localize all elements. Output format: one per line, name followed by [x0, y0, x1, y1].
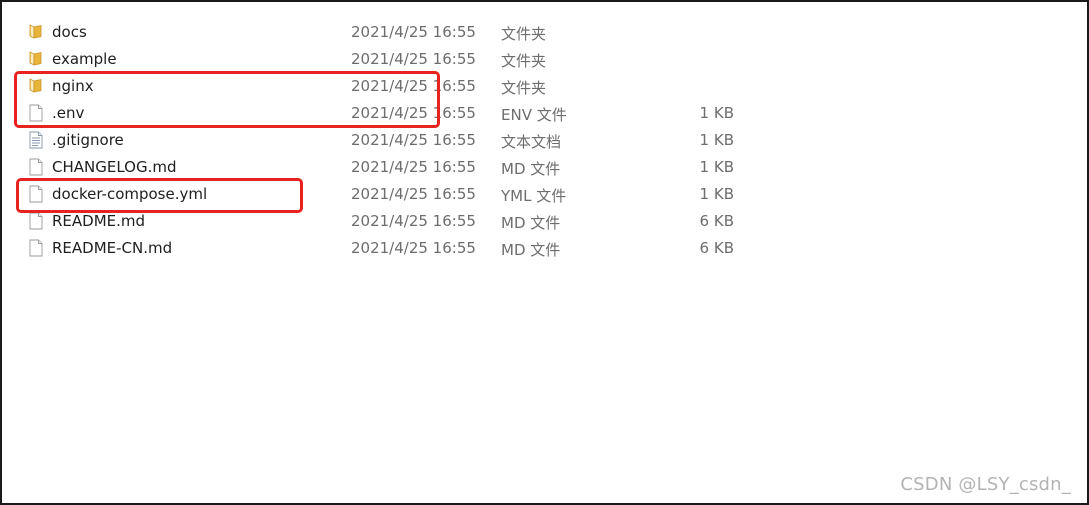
watermark: CSDN @LSY_csdn_: [900, 474, 1071, 495]
file-name: .gitignore: [52, 131, 124, 149]
explorer-window: docs 2021/4/25 16:55 文件夹 example 2021/4/…: [0, 0, 1089, 505]
file-name: CHANGELOG.md: [52, 158, 177, 176]
file-type: YML 文件: [501, 187, 567, 205]
file-name: docker-compose.yml: [52, 185, 208, 203]
file-name: nginx: [52, 77, 94, 95]
text-document-icon: [28, 131, 44, 149]
file-type: 文件夹: [501, 25, 547, 43]
file-row-docker-compose[interactable]: docker-compose.yml 2021/4/25 16:55 YML 文…: [2, 181, 1089, 208]
file-date: 2021/4/25 16:55: [351, 77, 476, 95]
folder-icon: [28, 23, 44, 41]
folder-icon: [28, 77, 44, 95]
file-type: MD 文件: [501, 214, 561, 232]
file-row-docs[interactable]: docs 2021/4/25 16:55 文件夹: [2, 19, 1089, 46]
file-date: 2021/4/25 16:55: [351, 185, 476, 203]
file-date: 2021/4/25 16:55: [351, 131, 476, 149]
file-row-example[interactable]: example 2021/4/25 16:55 文件夹: [2, 46, 1089, 73]
file-size: 1 KB: [699, 104, 734, 122]
file-name: README.md: [52, 212, 146, 230]
file-date: 2021/4/25 16:55: [351, 50, 476, 68]
file-type: MD 文件: [501, 241, 561, 259]
blank-file-icon: [28, 185, 44, 203]
file-size: 1 KB: [699, 158, 734, 176]
file-size: 6 KB: [699, 239, 734, 257]
file-type: MD 文件: [501, 160, 561, 178]
file-type: 文件夹: [501, 52, 547, 70]
file-list: docs 2021/4/25 16:55 文件夹 example 2021/4/…: [2, 19, 1089, 262]
file-type: 文件夹: [501, 79, 547, 97]
file-size: 1 KB: [699, 185, 734, 203]
file-row-readme[interactable]: README.md 2021/4/25 16:55 MD 文件 6 KB: [2, 208, 1089, 235]
file-name: docs: [52, 23, 87, 41]
folder-icon: [28, 50, 44, 68]
blank-file-icon: [28, 158, 44, 176]
file-date: 2021/4/25 16:55: [351, 212, 476, 230]
file-size: 6 KB: [699, 212, 734, 230]
blank-file-icon: [28, 239, 44, 257]
file-row-gitignore[interactable]: .gitignore 2021/4/25 16:55 文本文档 1 KB: [2, 127, 1089, 154]
file-size: 1 KB: [699, 131, 734, 149]
file-date: 2021/4/25 16:55: [351, 239, 476, 257]
file-type: ENV 文件: [501, 106, 567, 124]
file-name: example: [52, 50, 117, 68]
file-date: 2021/4/25 16:55: [351, 158, 476, 176]
file-name: README-CN.md: [52, 239, 173, 257]
file-date: 2021/4/25 16:55: [351, 23, 476, 41]
file-row-env[interactable]: .env 2021/4/25 16:55 ENV 文件 1 KB: [2, 100, 1089, 127]
blank-file-icon: [28, 212, 44, 230]
file-row-changelog[interactable]: CHANGELOG.md 2021/4/25 16:55 MD 文件 1 KB: [2, 154, 1089, 181]
file-type: 文本文档: [501, 133, 562, 151]
file-date: 2021/4/25 16:55: [351, 104, 476, 122]
file-row-nginx[interactable]: nginx 2021/4/25 16:55 文件夹: [2, 73, 1089, 100]
blank-file-icon: [28, 104, 44, 122]
file-row-readme-cn[interactable]: README-CN.md 2021/4/25 16:55 MD 文件 6 KB: [2, 235, 1089, 262]
file-name: .env: [52, 104, 85, 122]
